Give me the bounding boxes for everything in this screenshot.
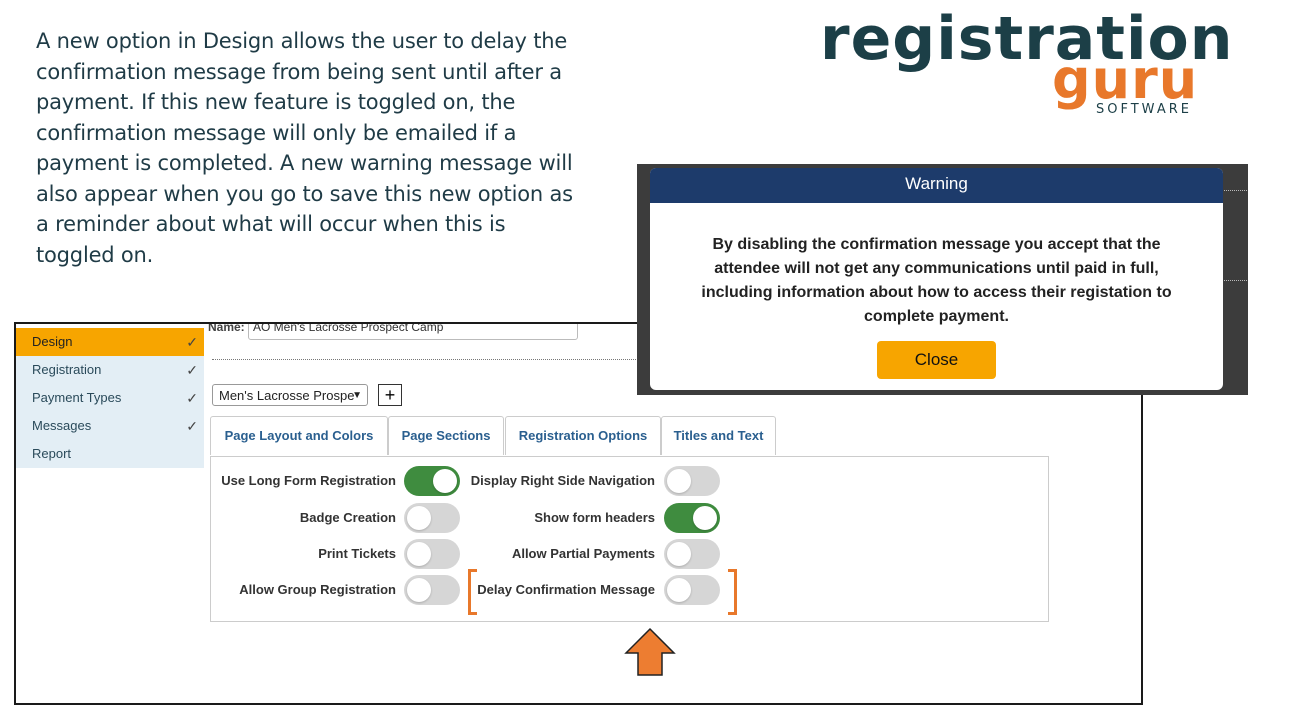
tab-titles-and-text[interactable]: Titles and Text bbox=[661, 416, 776, 455]
check-icon: ✓ bbox=[186, 362, 198, 378]
toggle-delay-confirmation-message[interactable] bbox=[664, 575, 720, 605]
option-label: Show form headers bbox=[534, 510, 655, 525]
option-label: Delay Confirmation Message bbox=[477, 582, 655, 597]
toggle-allow-partial-payments[interactable] bbox=[664, 539, 720, 569]
sidebar-item-label: Report bbox=[32, 446, 72, 461]
sidebar-item-label: Design bbox=[32, 334, 73, 349]
toggle-knob bbox=[667, 542, 691, 566]
template-select[interactable]: Men's Lacrosse Prospе ▼ bbox=[212, 384, 368, 406]
registration-guru-logo: registration guru SOFTWARE bbox=[820, 4, 1232, 124]
option-label: Badge Creation bbox=[299, 510, 396, 525]
highlight-bracket-right bbox=[728, 569, 737, 615]
toggle-show-form-headers[interactable] bbox=[664, 503, 720, 533]
modal-message: By disabling the confirmation message yo… bbox=[701, 236, 1172, 325]
check-icon: ✓ bbox=[186, 418, 198, 434]
sidebar-item-report[interactable]: Report bbox=[16, 440, 204, 468]
option-label: Allow Partial Payments bbox=[511, 546, 655, 561]
modal-title: Warning bbox=[650, 168, 1223, 203]
intro-text: A new option in Design allows the user t… bbox=[36, 29, 573, 267]
sidebar-item-design[interactable]: Design ✓ bbox=[16, 328, 204, 356]
toggle-knob bbox=[693, 506, 717, 530]
option-label: Display Right Side Navigation bbox=[470, 473, 655, 488]
toggle-display-right-side-navigation[interactable] bbox=[664, 466, 720, 496]
name-field[interactable]: AO Men's Lacrosse Prospect Camp bbox=[248, 324, 578, 340]
close-button[interactable]: Close bbox=[877, 341, 996, 379]
chevron-down-icon: ▼ bbox=[352, 390, 362, 401]
divider bbox=[212, 359, 642, 360]
tab-registration-options[interactable]: Registration Options bbox=[505, 416, 661, 455]
options-panel: Use Long Form Registration Badge Creatio… bbox=[210, 456, 1049, 622]
tab-page-layout-and-colors[interactable]: Page Layout and Colors bbox=[210, 416, 388, 455]
template-select-value: Men's Lacrosse Prospе bbox=[219, 388, 355, 403]
toggle-knob bbox=[667, 578, 691, 602]
sidebar-item-messages[interactable]: Messages ✓ bbox=[16, 412, 204, 440]
logo-software-text: SOFTWARE bbox=[1096, 102, 1192, 117]
sidebar-item-payment-types[interactable]: Payment Types ✓ bbox=[16, 384, 204, 412]
check-icon: ✓ bbox=[186, 390, 198, 406]
highlight-bracket-left bbox=[468, 569, 477, 615]
toggle-knob bbox=[667, 469, 691, 493]
sidebar-item-label: Payment Types bbox=[32, 390, 122, 405]
check-icon: ✓ bbox=[186, 334, 198, 350]
option-label: Print Tickets bbox=[318, 546, 396, 561]
arrow-up-icon bbox=[624, 627, 676, 676]
option-label: Allow Group Registration bbox=[239, 582, 396, 597]
warning-modal: Warning By disabling the confirmation me… bbox=[650, 168, 1223, 390]
sidebar: Design ✓ Registration ✓ Payment Types ✓ … bbox=[16, 328, 204, 468]
option-label: Use Long Form Registration bbox=[221, 473, 396, 488]
tab-page-sections[interactable]: Page Sections bbox=[388, 416, 504, 455]
sidebar-item-label: Messages bbox=[32, 418, 92, 433]
sidebar-item-label: Registration bbox=[32, 362, 102, 377]
add-template-button[interactable]: + bbox=[378, 384, 402, 406]
sidebar-item-registration[interactable]: Registration ✓ bbox=[16, 356, 204, 384]
name-label: Name: bbox=[208, 322, 245, 334]
